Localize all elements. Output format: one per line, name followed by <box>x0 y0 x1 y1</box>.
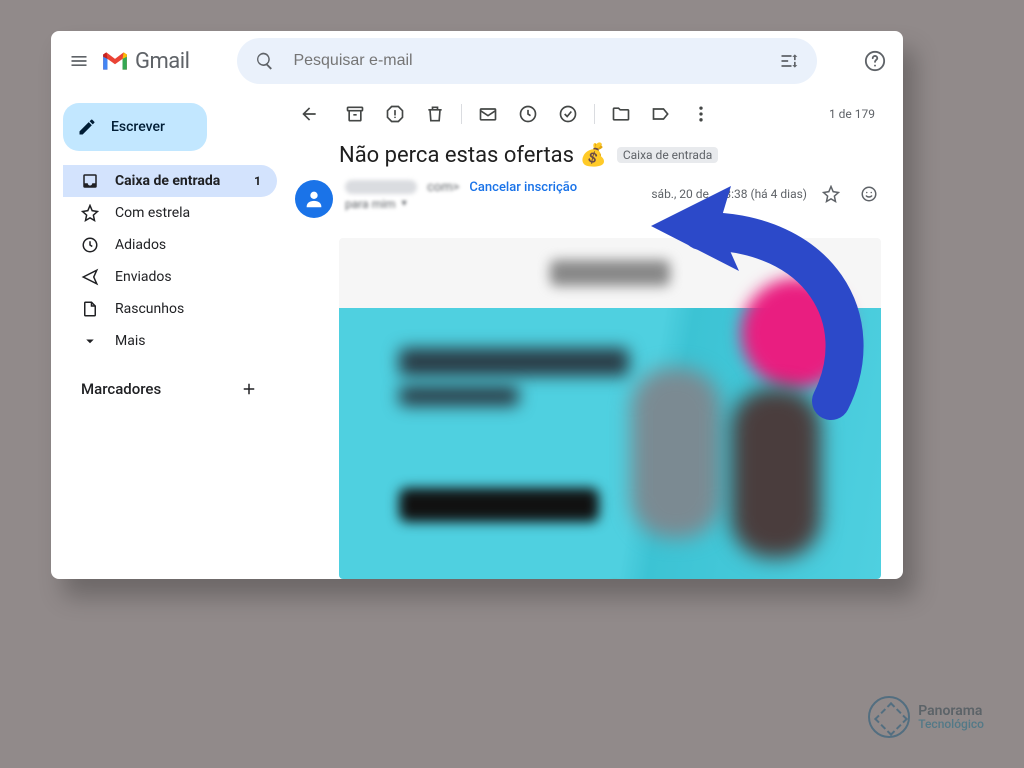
header-actions <box>845 47 889 75</box>
page-count: 1 de 179 <box>829 107 885 121</box>
sender-name-redacted <box>345 180 417 194</box>
sent-icon <box>81 268 99 286</box>
help-button[interactable] <box>861 47 889 75</box>
more-vertical-icon <box>691 104 711 124</box>
arrow-left-icon <box>299 104 319 124</box>
mark-unread-button[interactable] <box>468 94 508 134</box>
compose-button[interactable]: Escrever <box>63 103 207 151</box>
toolbar-separator <box>594 104 595 124</box>
sidebar-item-snoozed[interactable]: Adiados <box>63 229 277 261</box>
star-icon <box>822 185 840 203</box>
clock-icon <box>518 104 538 124</box>
gmail-window: Gmail Escrever <box>51 31 903 579</box>
gmail-logo[interactable]: Gmail <box>101 49 189 74</box>
back-button[interactable] <box>289 94 329 134</box>
sidebar-item-drafts[interactable]: Rascunhos <box>63 293 277 325</box>
app-body: Escrever Caixa de entrada 1 Com estrela … <box>51 91 903 579</box>
person-icon <box>303 188 325 210</box>
label-button[interactable] <box>641 94 681 134</box>
sidebar: Escrever Caixa de entrada 1 Com estrela … <box>51 91 283 579</box>
pencil-icon <box>77 117 97 137</box>
message-toolbar: 1 de 179 <box>283 91 895 137</box>
add-task-button[interactable] <box>548 94 588 134</box>
move-to-button[interactable] <box>601 94 641 134</box>
chevron-down-icon <box>81 332 99 350</box>
sidebar-item-sent[interactable]: Enviados <box>63 261 277 293</box>
report-icon <box>385 104 405 124</box>
plus-icon <box>240 380 258 398</box>
smile-icon <box>860 185 878 203</box>
reaction-button[interactable] <box>855 180 883 208</box>
gmail-m-icon <box>101 50 129 72</box>
archive-button[interactable] <box>335 94 375 134</box>
message-body-blurred <box>339 238 881 579</box>
sidebar-item-label: Rascunhos <box>115 301 184 317</box>
delete-button[interactable] <box>415 94 455 134</box>
inbox-icon <box>81 172 99 190</box>
unsubscribe-link[interactable]: Cancelar inscrição <box>469 180 577 195</box>
labels-title: Marcadores <box>81 380 161 398</box>
snooze-button[interactable] <box>508 94 548 134</box>
star-icon <box>81 204 99 222</box>
message-meta: sáb., 20 de ... 3:38 (há 4 dias) <box>651 180 883 208</box>
recipient-line: para mim <box>345 197 396 211</box>
spam-button[interactable] <box>375 94 415 134</box>
folder-icon <box>611 104 631 124</box>
app-header: Gmail <box>51 31 903 91</box>
compose-label: Escrever <box>111 119 165 135</box>
toolbar-separator <box>461 104 462 124</box>
sender-info: com> Cancelar inscrição para mim ▾ <box>345 180 577 211</box>
watermark-logo-icon <box>868 696 910 738</box>
message-subject: Não perca estas ofertas 💰 <box>339 143 607 168</box>
sender-avatar[interactable] <box>295 180 333 218</box>
search-options-icon[interactable] <box>775 47 803 75</box>
sender-email-suffix: com> <box>427 180 459 195</box>
sidebar-item-more[interactable]: Mais <box>63 325 277 357</box>
mail-icon <box>478 104 498 124</box>
sidebar-item-inbox[interactable]: Caixa de entrada 1 <box>63 165 277 197</box>
search-bar[interactable] <box>237 38 817 84</box>
sidebar-item-label: Mais <box>115 333 145 349</box>
watermark-line1: Panorama <box>918 704 984 718</box>
labels-header: Marcadores <box>63 357 283 403</box>
watermark: Panorama Tecnológico <box>868 696 984 738</box>
inbox-count: 1 <box>254 174 261 188</box>
more-actions-button[interactable] <box>681 94 721 134</box>
message-subject-row: Não perca estas ofertas 💰 Caixa de entra… <box>283 137 895 178</box>
gmail-logo-text: Gmail <box>135 49 189 74</box>
search-icon <box>251 47 279 75</box>
message-pane: 1 de 179 Não perca estas ofertas 💰 Caixa… <box>283 91 903 579</box>
add-label-button[interactable] <box>235 375 263 403</box>
main-menu-button[interactable] <box>65 47 93 75</box>
sidebar-item-label: Com estrela <box>115 205 190 221</box>
watermark-line2: Tecnológico <box>918 718 984 730</box>
category-chip[interactable]: Caixa de entrada <box>617 147 718 163</box>
sidebar-item-starred[interactable]: Com estrela <box>63 197 277 229</box>
star-message-button[interactable] <box>817 180 845 208</box>
clock-icon <box>81 236 99 254</box>
folder-nav: Caixa de entrada 1 Com estrela Adiados E… <box>63 165 283 357</box>
search-input[interactable] <box>291 51 763 71</box>
sidebar-item-label: Enviados <box>115 269 172 285</box>
archive-icon <box>345 104 365 124</box>
file-icon <box>81 300 99 318</box>
sender-row: com> Cancelar inscrição para mim ▾ sáb.,… <box>283 178 895 218</box>
sidebar-item-label: Caixa de entrada <box>115 173 220 189</box>
task-icon <box>558 104 578 124</box>
trash-icon <box>425 104 445 124</box>
message-date: sáb., 20 de ... 3:38 (há 4 dias) <box>651 187 807 201</box>
sidebar-item-label: Adiados <box>115 237 166 253</box>
label-icon <box>651 104 671 124</box>
hamburger-icon <box>69 51 89 71</box>
recipient-details-toggle[interactable]: ▾ <box>402 198 407 209</box>
